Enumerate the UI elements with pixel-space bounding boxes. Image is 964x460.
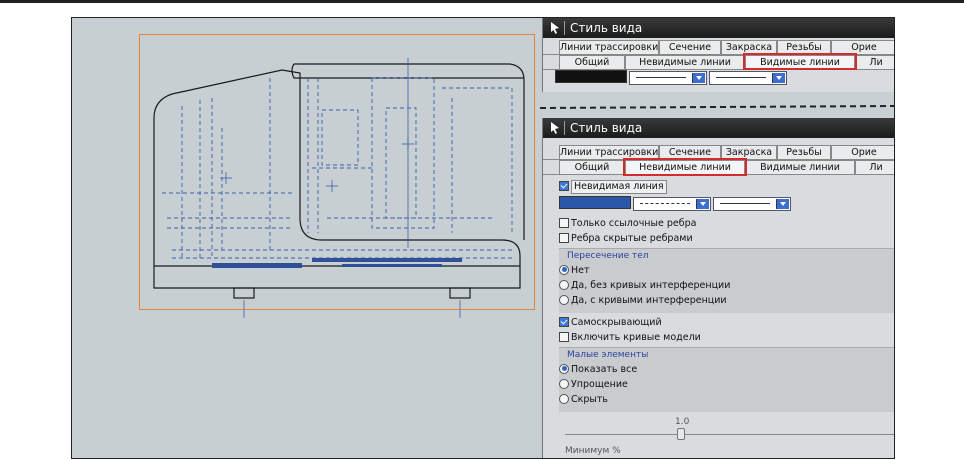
visible-line-weight-combo[interactable] [709, 71, 787, 85]
visible-line-color-swatch[interactable] [555, 70, 627, 83]
tab-general[interactable]: Общий [559, 55, 625, 69]
panel-title: Стиль вида [570, 121, 643, 135]
view-style-panel-top: Стиль вида Линии трассировки Сечение Зак… [542, 18, 894, 92]
tab-lines-more[interactable]: Ли [855, 160, 894, 174]
intersection-option-none[interactable]: Нет [559, 264, 590, 277]
small-features-group: Малые элементы Показать все Упрощение Ск… [559, 347, 894, 412]
view-style-panel-bottom: Стиль вида Линии трассировки Сечение Зак… [542, 118, 894, 458]
radio-with-curves[interactable] [559, 294, 569, 305]
small-option-show-all[interactable]: Показать все [559, 363, 638, 376]
radio-show-all[interactable] [559, 363, 569, 374]
radio-none[interactable] [559, 264, 569, 275]
chevron-down-icon[interactable] [776, 199, 789, 209]
chevron-down-icon[interactable] [692, 73, 705, 83]
radio-hide[interactable] [559, 393, 569, 404]
radio-no-curves-label: Да, без кривых интерференции [571, 280, 731, 291]
intersection-option-with-curves[interactable]: Да, с кривыми интерференции [559, 294, 727, 307]
chevron-down-icon[interactable] [772, 73, 785, 83]
edges-hidden-by-edges-row[interactable]: Ребра скрытые ребрами [559, 232, 693, 245]
edges-hidden-by-edges-checkbox[interactable] [559, 232, 569, 243]
radio-none-label: Нет [571, 265, 590, 276]
highlight-visible-lines-tab [743, 53, 857, 70]
tab-threads[interactable]: Резьбы [777, 40, 831, 54]
slider-thumb[interactable] [677, 428, 685, 440]
panel-title: Стиль вида [570, 21, 643, 35]
radio-no-curves[interactable] [559, 279, 569, 290]
line-style-preview [640, 203, 690, 204]
graphics-viewport[interactable] [72, 18, 894, 458]
tab-threads[interactable]: Резьбы [777, 145, 831, 159]
hidden-line-weight-combo[interactable] [713, 197, 791, 211]
pointer-arrow-icon [551, 22, 559, 34]
hidden-line-color-swatch[interactable] [559, 196, 631, 209]
slider-track[interactable] [565, 434, 894, 435]
panel-titlebar: Стиль вида [543, 118, 894, 138]
chevron-down-icon[interactable] [696, 199, 709, 209]
line-weight-preview [720, 203, 770, 204]
body-intersection-title: Пересечение тел [567, 251, 649, 261]
self-hiding-row[interactable]: Самоскрывающий [559, 316, 662, 329]
visible-line-style-combo[interactable] [629, 71, 707, 85]
radio-show-all-label: Показать все [571, 364, 638, 375]
intersection-option-no-curves[interactable]: Да, без кривых интерференции [559, 279, 731, 292]
line-style-preview [636, 77, 686, 78]
selection-box [139, 34, 535, 310]
small-option-hide[interactable]: Скрыть [559, 393, 609, 406]
include-model-curves-label: Включить кривые модели [571, 332, 701, 343]
tab-visible-lines[interactable]: Видимые линии [745, 160, 855, 174]
tab-general[interactable]: Общий [559, 160, 625, 174]
title-separator [564, 21, 565, 35]
tab-orientation[interactable]: Орие [831, 40, 894, 54]
radio-simplify[interactable] [559, 378, 569, 389]
tab-section[interactable]: Сечение [659, 40, 721, 54]
small-features-title: Малые элементы [567, 350, 649, 360]
body-intersection-group: Пересечение тел Нет Да, без кривых интер… [559, 248, 894, 313]
self-hiding-checkbox[interactable] [559, 316, 569, 327]
radio-simplify-label: Упрощение [571, 379, 628, 390]
tab-orientation[interactable]: Орие [831, 145, 894, 159]
slider-caption: Минимум % [565, 446, 621, 456]
tab-section[interactable]: Сечение [659, 145, 721, 159]
only-ref-edges-row[interactable]: Только ссылочные ребра [559, 217, 697, 230]
small-option-simplify[interactable]: Упрощение [559, 378, 628, 391]
radio-with-curves-label: Да, с кривыми интерференции [571, 295, 727, 306]
pointer-arrow-icon [551, 122, 559, 134]
screenshot-frame: Стиль вида Линии трассировки Сечение Зак… [71, 17, 895, 459]
title-separator [564, 121, 565, 135]
self-hiding-label: Самоскрывающий [571, 317, 662, 328]
only-ref-edges-label: Только ссылочные ребра [571, 218, 697, 229]
hidden-line-label: Невидимая линия [571, 180, 667, 194]
hidden-line-checkbox[interactable] [559, 180, 569, 191]
tab-lines-more[interactable]: Ли [855, 55, 894, 69]
radio-hide-label: Скрыть [571, 394, 609, 405]
include-model-curves-checkbox[interactable] [559, 331, 569, 342]
hidden-line-style-combo[interactable] [633, 197, 711, 211]
include-model-curves-row[interactable]: Включить кривые модели [559, 331, 701, 344]
top-rule [0, 0, 964, 3]
slider-value-label: 1.0 [675, 417, 690, 427]
tab-shading[interactable]: Закраска [721, 145, 777, 159]
tab-trace-lines[interactable]: Линии трассировки [559, 145, 659, 159]
tab-hidden-lines[interactable]: Невидимые линии [625, 55, 745, 69]
tab-shading[interactable]: Закраска [721, 40, 777, 54]
hidden-line-checkbox-row[interactable]: Невидимая линия [559, 180, 667, 194]
edges-hidden-by-edges-label: Ребра скрытые ребрами [571, 233, 693, 244]
highlight-hidden-lines-tab [623, 158, 747, 176]
line-weight-preview [716, 77, 766, 78]
panel-titlebar: Стиль вида [543, 18, 894, 38]
only-ref-edges-checkbox[interactable] [559, 217, 569, 228]
tab-trace-lines[interactable]: Линии трассировки [559, 40, 659, 54]
